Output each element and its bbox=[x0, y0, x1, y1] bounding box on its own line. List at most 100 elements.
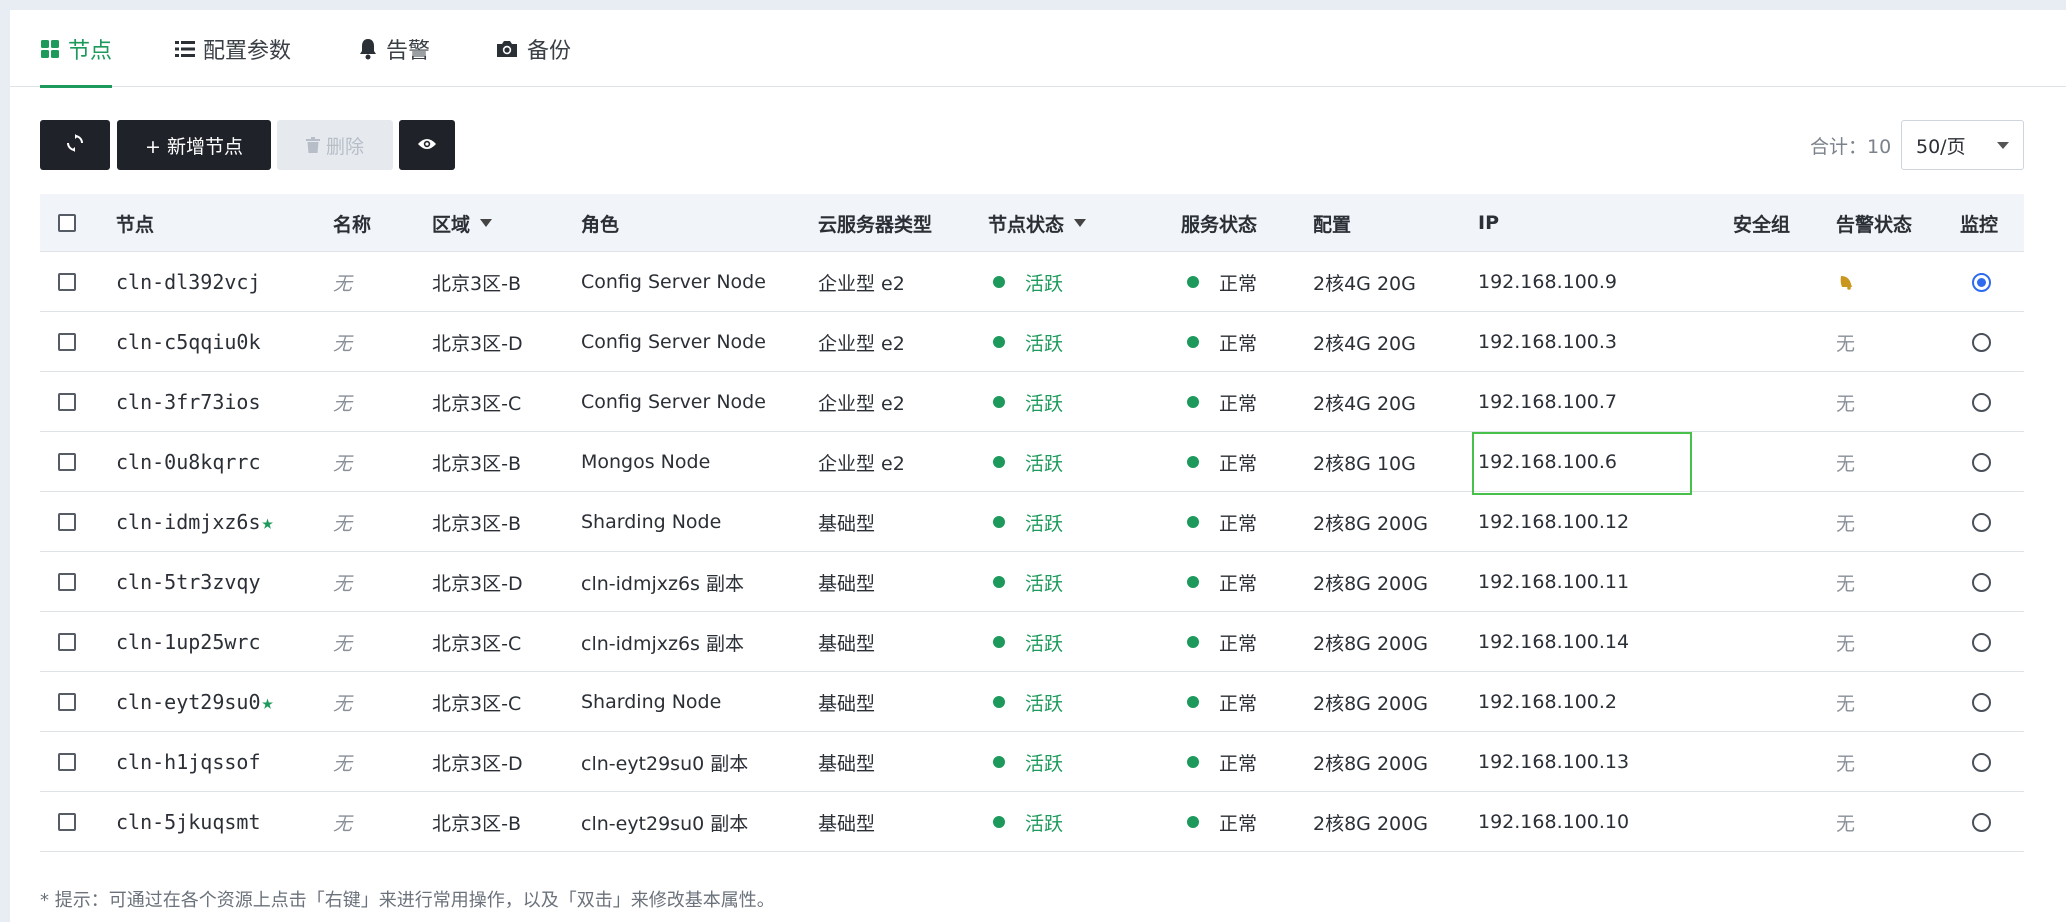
node-id[interactable]: cln-c5qqiu0k bbox=[116, 312, 261, 372]
node-name: 无 bbox=[333, 572, 353, 595]
tab-alerts[interactable]: 告警 bbox=[358, 10, 430, 87]
tab-label: 配置参数 bbox=[203, 38, 292, 64]
monitor-radio[interactable] bbox=[1972, 552, 1991, 612]
node-name: 无 bbox=[333, 512, 353, 535]
column-zone[interactable]: 区域 bbox=[432, 194, 493, 252]
node-status: 活跃 bbox=[993, 492, 1063, 552]
row-checkbox[interactable] bbox=[58, 732, 76, 792]
status-dot-icon bbox=[1187, 696, 1199, 708]
table-row[interactable]: cln-dl392vcj 无 北京3区-B Config Server Node 企业型… bbox=[40, 252, 2024, 312]
table-row[interactable]: cln-h1jqssof 无 北京3区-D cln-eyt29su0 副本 基础型 活跃 正… bbox=[40, 732, 2024, 792]
refresh-button[interactable] bbox=[40, 120, 110, 170]
column-security-group: 安全组 bbox=[1733, 213, 1791, 236]
row-checkbox[interactable] bbox=[58, 492, 76, 552]
monitor-radio[interactable] bbox=[1972, 612, 1991, 672]
node-ip: 192.168.100.14 bbox=[1478, 631, 1630, 653]
status-dot-icon bbox=[1187, 756, 1199, 768]
node-name: 无 bbox=[333, 752, 353, 775]
delete-button[interactable]: 删除 bbox=[277, 120, 393, 170]
table-row[interactable]: cln-eyt29su0 ★ 无 北京3区-C Sharding Node 基础型 活跃 正常… bbox=[40, 672, 2024, 732]
node-status: 活跃 bbox=[993, 672, 1063, 732]
status-dot-icon bbox=[993, 396, 1005, 408]
node-id[interactable]: cln-0u8kqrrc bbox=[116, 432, 261, 492]
node-id[interactable]: cln-idmjxz6s ★ bbox=[116, 492, 274, 552]
node-id[interactable]: cln-dl392vcj bbox=[116, 252, 261, 312]
alert-status: 无 bbox=[1836, 572, 1856, 595]
tab-nodes[interactable]: 节点 bbox=[40, 10, 113, 88]
page-size-select[interactable]: 50/页 bbox=[1901, 120, 2024, 170]
row-checkbox[interactable] bbox=[58, 552, 76, 612]
server-type: 企业型 e2 bbox=[818, 332, 905, 355]
node-id[interactable]: cln-h1jqssof bbox=[116, 732, 261, 792]
row-checkbox[interactable] bbox=[58, 372, 76, 432]
service-status: 正常 bbox=[1187, 552, 1257, 612]
bell-icon bbox=[358, 38, 378, 60]
add-node-button[interactable]: + 新增节点 bbox=[117, 120, 271, 170]
node-id[interactable]: cln-5tr3zvqy bbox=[116, 552, 261, 612]
eye-icon bbox=[417, 134, 437, 156]
tab-label: 节点 bbox=[68, 38, 113, 64]
row-checkbox[interactable] bbox=[58, 612, 76, 672]
status-dot-icon bbox=[993, 336, 1005, 348]
node-id[interactable]: cln-1up25wrc bbox=[116, 612, 261, 672]
table-row[interactable]: cln-c5qqiu0k 无 北京3区-D Config Server Node 企业型… bbox=[40, 312, 2024, 372]
node-id[interactable]: cln-5jkuqsmt bbox=[116, 792, 261, 852]
tab-backup[interactable]: 备份 bbox=[495, 10, 571, 87]
monitor-radio[interactable] bbox=[1972, 492, 1991, 552]
node-ip: 192.168.100.7 bbox=[1478, 391, 1618, 413]
table-header: 节点 名称 区域 角色 云服务器类型 节点状态 服务状态 配置 IP 安全组 告… bbox=[40, 194, 2024, 252]
alert-status: 无 bbox=[1836, 752, 1856, 775]
node-zone: 北京3区-B bbox=[432, 272, 521, 295]
alert-status: 无 bbox=[1836, 392, 1856, 415]
monitor-radio[interactable] bbox=[1972, 792, 1991, 852]
node-status: 活跃 bbox=[993, 552, 1063, 612]
status-dot-icon bbox=[1187, 816, 1199, 828]
row-checkbox[interactable] bbox=[58, 672, 76, 732]
node-id[interactable]: cln-eyt29su0 ★ bbox=[116, 672, 274, 732]
node-name: 无 bbox=[333, 392, 353, 415]
node-name: 无 bbox=[333, 272, 353, 295]
tab-config-params[interactable]: 配置参数 bbox=[175, 10, 291, 87]
monitor-radio[interactable] bbox=[1972, 672, 1991, 732]
row-checkbox[interactable] bbox=[58, 432, 76, 492]
table-row[interactable]: cln-0u8kqrrc 无 北京3区-B Mongos Node 企业型 e2 活跃 正常… bbox=[40, 432, 2024, 495]
node-config: 2核8G 200G bbox=[1313, 572, 1428, 595]
status-dot-icon bbox=[1187, 396, 1199, 408]
trash-icon bbox=[305, 137, 320, 153]
node-config: 2核8G 200G bbox=[1313, 812, 1428, 835]
table-row[interactable]: cln-5tr3zvqy 无 北京3区-D cln-idmjxz6s 副本 基础型 活跃 正… bbox=[40, 552, 2024, 612]
view-toggle-button[interactable] bbox=[399, 120, 455, 170]
column-server-type: 云服务器类型 bbox=[818, 213, 933, 236]
monitor-radio[interactable] bbox=[1972, 252, 1991, 312]
monitor-radio[interactable] bbox=[1972, 372, 1991, 432]
status-dot-icon bbox=[1187, 636, 1199, 648]
table-row[interactable]: cln-idmjxz6s ★ 无 北京3区-B Sharding Node 基础型 活跃 正常… bbox=[40, 492, 2024, 552]
node-status: 活跃 bbox=[993, 252, 1063, 312]
row-checkbox[interactable] bbox=[58, 252, 76, 312]
monitor-radio[interactable] bbox=[1972, 732, 1991, 792]
node-role: cln-idmjxz6s 副本 bbox=[581, 572, 744, 595]
table-row[interactable]: cln-1up25wrc 无 北京3区-C cln-idmjxz6s 副本 基础型 活跃 正… bbox=[40, 612, 2024, 672]
monitor-radio[interactable] bbox=[1972, 432, 1991, 492]
monitor-radio[interactable] bbox=[1972, 312, 1991, 372]
status-dot-icon bbox=[1187, 336, 1199, 348]
server-type: 企业型 e2 bbox=[818, 452, 905, 475]
row-checkbox[interactable] bbox=[58, 312, 76, 372]
table-row[interactable]: cln-5jkuqsmt 无 北京3区-B cln-eyt29su0 副本 基础型 活跃 正… bbox=[40, 792, 2024, 852]
row-checkbox[interactable] bbox=[58, 792, 76, 852]
status-dot-icon bbox=[993, 756, 1005, 768]
select-all-checkbox[interactable] bbox=[58, 194, 76, 252]
alert-bell-icon[interactable] bbox=[1838, 252, 1854, 312]
alert-status: 无 bbox=[1836, 812, 1856, 835]
node-role: Sharding Node bbox=[581, 691, 722, 713]
column-node-status[interactable]: 节点状态 bbox=[988, 194, 1087, 252]
node-config: 2核8G 200G bbox=[1313, 632, 1428, 655]
column-monitor: 监控 bbox=[1960, 213, 1999, 236]
camera-icon bbox=[495, 39, 519, 59]
tab-bar: 节点 配置参数 告警 备份 bbox=[10, 10, 2066, 88]
node-role: Config Server Node bbox=[581, 271, 766, 293]
table-row[interactable]: cln-3fr73ios 无 北京3区-C Config Server Node 企业型… bbox=[40, 372, 2024, 432]
hint-text: * 提示：可通过在各个资源上点击「右键」来进行常用操作，以及「双击」来修改基本属… bbox=[40, 890, 775, 911]
node-id[interactable]: cln-3fr73ios bbox=[116, 372, 261, 432]
node-zone: 北京3区-B bbox=[432, 812, 521, 835]
